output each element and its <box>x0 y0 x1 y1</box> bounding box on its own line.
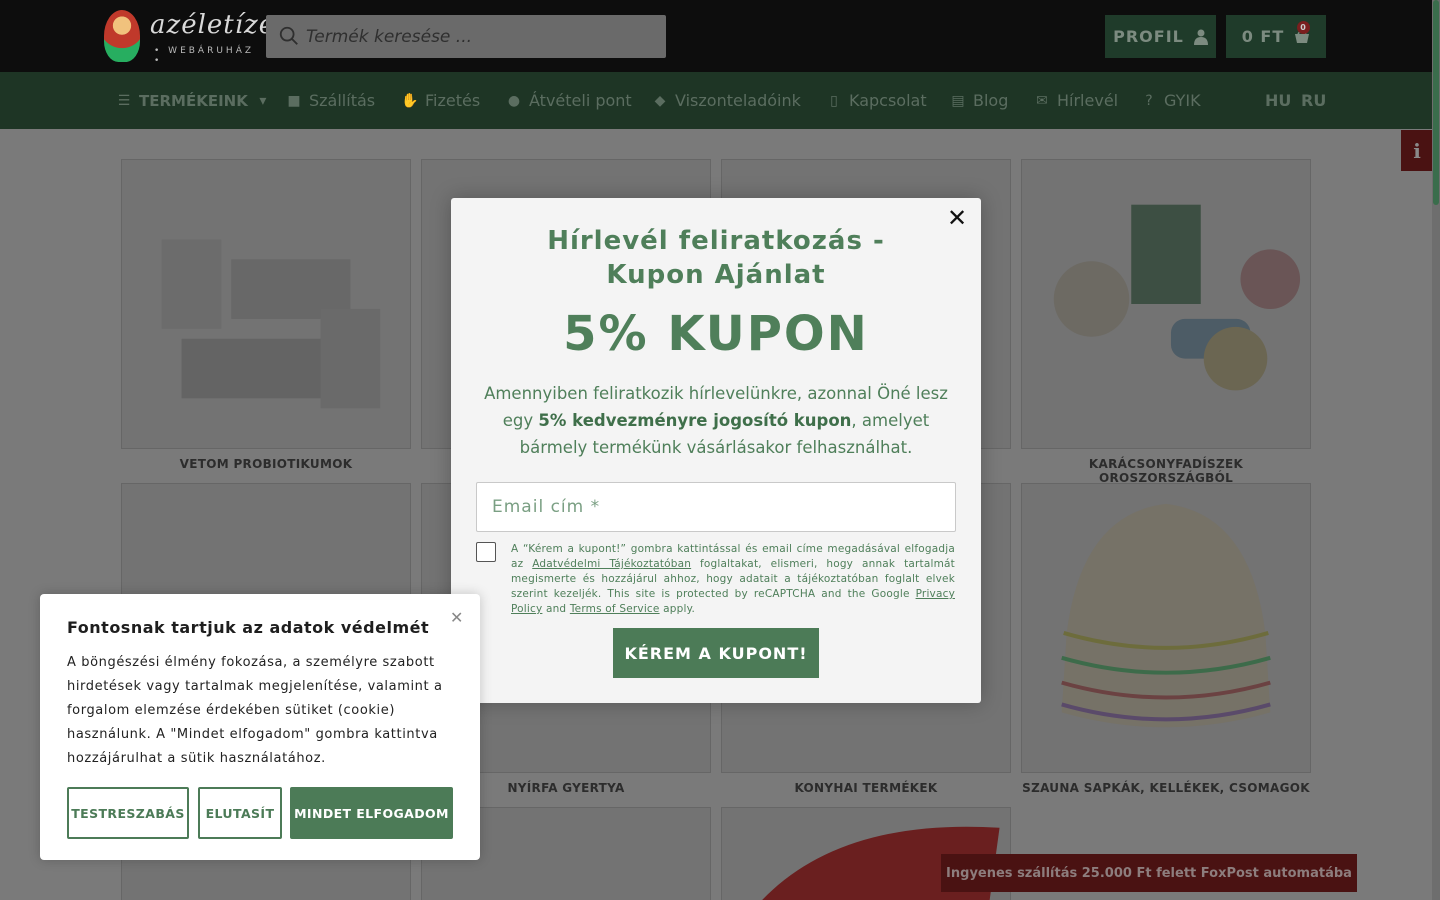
mobile-icon: ▯ <box>830 92 838 109</box>
product-tile[interactable] <box>1021 483 1311 773</box>
nav-item-resellers[interactable]: ◆ Viszonteladóink <box>652 72 801 129</box>
nav-label: TERMÉKEINK <box>139 91 248 110</box>
free-shipping-banner[interactable]: Ingyenes szállítás 25.000 Ft felett FoxP… <box>941 854 1357 892</box>
nav-item-blog[interactable]: ▤ Blog <box>950 72 1008 129</box>
modal-title-line2: Kupon Ajánlat <box>606 260 826 290</box>
product-label[interactable]: KARÁCSONYFADÍSZEK OROSZORSZÁGBÓL <box>1021 457 1311 485</box>
hand-coin-icon: ✋ <box>401 92 419 109</box>
profile-label: PROFIL <box>1113 27 1184 46</box>
search-box <box>266 15 666 58</box>
nav-label: Fizetés <box>425 91 481 110</box>
desc-bold: 5% kedvezményre jogosító kupon <box>538 411 852 430</box>
get-coupon-button[interactable]: KÉREM A KUPONT! <box>613 628 819 678</box>
nav-item-newsletter[interactable]: ✉ Hírlevél <box>1034 72 1118 129</box>
nav-label: Szállítás <box>309 91 376 110</box>
cart-count-badge: 0 <box>1297 21 1310 34</box>
nav-item-pickup-point[interactable]: ● Átvételi pont <box>506 72 632 129</box>
user-icon <box>1193 29 1208 45</box>
coupon-headline: 5% KUPON <box>563 306 869 362</box>
handshake-icon: ◆ <box>654 92 666 109</box>
chevron-down-icon: ▾ <box>259 92 267 109</box>
lang-ru[interactable]: RU <box>1301 72 1326 129</box>
nav-item-products[interactable]: ☰ TERMÉKEINK ▾ <box>116 72 271 129</box>
product-tile[interactable] <box>121 159 411 449</box>
nav-label: Viszonteladóink <box>675 91 801 110</box>
nav-label: GYIK <box>1164 91 1201 110</box>
search-icon[interactable] <box>278 25 300 47</box>
nav-label: Átvételi pont <box>529 91 632 110</box>
book-icon: ▤ <box>951 92 965 109</box>
product-label[interactable]: SZAUNA SAPKÁK, KELLÉKEK, CSOMAGOK <box>1021 781 1311 795</box>
menu-icon: ☰ <box>117 92 131 109</box>
lang-hu[interactable]: HU <box>1265 72 1291 129</box>
nav-label: Blog <box>973 91 1009 110</box>
scrollbar-thumb[interactable] <box>1433 0 1439 205</box>
nav-item-shipping[interactable]: ■ Szállítás <box>286 72 375 129</box>
product-label[interactable]: KONYHAI TERMÉKEK <box>721 781 1011 795</box>
cookie-title: Fontosnak tartjuk az adatok védelmét <box>67 618 430 637</box>
nav-item-faq[interactable]: ? GYIK <box>1141 72 1201 129</box>
profile-button[interactable]: PROFIL <box>1105 15 1216 58</box>
product-image <box>1061 503 1271 728</box>
cookie-consent-box: Fontosnak tartjuk az adatok védelmét ✕ A… <box>40 594 480 860</box>
modal-description: Amennyiben feliratkozik hírlevelünkre, a… <box>475 380 957 461</box>
page-scrollbar[interactable] <box>1432 0 1440 900</box>
modal-title-line1: Hírlevél feliratkozás - <box>547 226 885 256</box>
consent-text-part: and <box>542 603 570 615</box>
reject-button[interactable]: ELUTASÍT <box>198 787 282 839</box>
accept-all-button[interactable]: MINDET ELFOGADOM <box>290 787 453 839</box>
main-nav: ☰ TERMÉKEINK ▾ ■ Szállítás ✋ Fizetés ● Á… <box>0 72 1440 129</box>
consent-checkbox[interactable] <box>476 542 496 562</box>
logo-text: azéletíze <box>150 10 276 40</box>
newsletter-modal: ✕ Hírlevél feliratkozás - Kupon Ajánlat … <box>451 198 981 703</box>
consent-text-part: apply. <box>659 603 696 615</box>
customize-button[interactable]: TESTRESZABÁS <box>67 787 189 839</box>
search-input[interactable] <box>306 15 656 58</box>
matryoshka-logo-icon <box>104 10 140 62</box>
cart-total: 0 FT <box>1241 27 1285 46</box>
site-logo[interactable]: azéletíze • WEBÁRUHÁZ • <box>104 8 274 66</box>
product-tile[interactable] <box>1021 159 1311 449</box>
info-side-button[interactable]: i <box>1401 130 1433 171</box>
cart-button[interactable]: 0 FT 0 <box>1226 15 1326 58</box>
terms-of-service-link[interactable]: Terms of Service <box>570 603 660 615</box>
product-image <box>161 239 381 409</box>
envelope-icon: ✉ <box>1036 92 1048 109</box>
nav-label: Kapcsolat <box>849 91 927 110</box>
cookie-text: A böngészési élmény fokozása, a személyr… <box>67 655 443 766</box>
truck-icon: ■ <box>287 92 301 109</box>
top-header: azéletíze • WEBÁRUHÁZ • PROFIL 0 FT 0 <box>0 0 1440 72</box>
product-label[interactable]: VETOM PROBIOTIKUMOK <box>121 457 411 471</box>
map-pin-icon: ● <box>507 92 521 109</box>
consent-text: A “Kérem a kupont!” gombra kattintással … <box>511 542 955 617</box>
email-field[interactable] <box>476 482 956 532</box>
nav-item-payment[interactable]: ✋ Fizetés <box>401 72 481 129</box>
nav-item-contact[interactable]: ▯ Kapcsolat <box>826 72 927 129</box>
logo-subtitle: • WEBÁRUHÁZ • <box>154 46 255 66</box>
question-icon: ? <box>1145 92 1153 109</box>
privacy-notice-link[interactable]: Adatvédelmi Tájékoztatóban <box>532 558 691 570</box>
modal-title: Hírlevél feliratkozás - Kupon Ajánlat <box>451 224 981 292</box>
product-image <box>1053 204 1301 391</box>
nav-label: Hírlevél <box>1057 91 1119 110</box>
close-icon[interactable]: ✕ <box>450 608 463 627</box>
